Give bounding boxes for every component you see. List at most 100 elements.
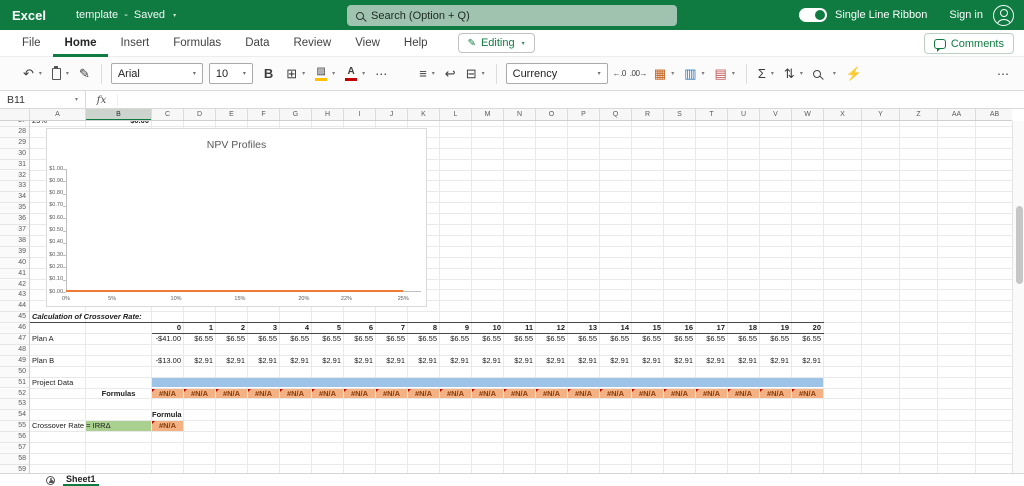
cell-W47[interactable]: $6.55: [792, 334, 823, 345]
cell-C46[interactable]: 0: [152, 323, 183, 334]
autosum-button[interactable]: Σ ▾: [753, 64, 779, 83]
row-header-53[interactable]: 53: [0, 399, 30, 411]
cell-N46[interactable]: 11: [504, 323, 535, 334]
cell-C54[interactable]: Formula: [152, 410, 182, 421]
column-header-E[interactable]: E: [216, 109, 248, 120]
format-painter-button[interactable]: ✎: [74, 64, 95, 83]
cell-H49[interactable]: $2.91: [312, 356, 343, 367]
cell-styles-button[interactable]: ▤ ▾: [710, 64, 740, 83]
cell-I49[interactable]: $2.91: [344, 356, 375, 367]
cell-P49[interactable]: $2.91: [568, 356, 599, 367]
column-header-C[interactable]: C: [152, 109, 184, 120]
single-line-ribbon-toggle[interactable]: [799, 8, 827, 22]
merge-center-button[interactable]: ⊟ ▾: [461, 64, 490, 83]
row-header-50[interactable]: 50: [0, 366, 30, 378]
cell-D46[interactable]: 1: [184, 323, 215, 334]
decrease-decimal-button[interactable]: .00→: [628, 66, 649, 81]
row-header-51[interactable]: 51: [0, 377, 30, 389]
cell-A47[interactable]: Plan A: [30, 334, 54, 345]
cell-A49[interactable]: Plan B: [30, 356, 54, 367]
cell-I47[interactable]: $6.55: [344, 334, 375, 345]
cell-H47[interactable]: $6.55: [312, 334, 343, 345]
conditional-formatting-button[interactable]: ▦ ▾: [649, 64, 679, 83]
column-header-A[interactable]: A: [30, 109, 86, 120]
cell-W52[interactable]: #N/A: [792, 389, 823, 400]
cell-J49[interactable]: $2.91: [376, 356, 407, 367]
cell-I52[interactable]: #N/A: [344, 389, 375, 400]
row-header-58[interactable]: 58: [0, 453, 30, 465]
cell-F46[interactable]: 3: [248, 323, 279, 334]
format-as-table-button[interactable]: ▥ ▾: [679, 64, 709, 83]
cell-K46[interactable]: 8: [408, 323, 439, 334]
row-header-44[interactable]: 44: [0, 301, 30, 313]
row-header-57[interactable]: 57: [0, 443, 30, 454]
cell-F47[interactable]: $6.55: [248, 334, 279, 345]
cell-P46[interactable]: 13: [568, 323, 599, 334]
increase-decimal-button[interactable]: ←.0: [611, 66, 628, 81]
column-header-S[interactable]: S: [664, 109, 696, 120]
column-header-R[interactable]: R: [632, 109, 664, 120]
column-header-Z[interactable]: Z: [900, 109, 938, 120]
name-box[interactable]: B11 ▾: [0, 90, 86, 109]
row-header-29[interactable]: 29: [0, 137, 30, 149]
menu-tab-file[interactable]: File: [10, 30, 53, 57]
cell-V46[interactable]: 19: [760, 323, 791, 334]
menu-tab-insert[interactable]: Insert: [108, 30, 161, 57]
cell-T49[interactable]: $2.91: [696, 356, 727, 367]
column-header-J[interactable]: J: [376, 109, 408, 120]
row-header-45[interactable]: 45: [0, 312, 30, 324]
cell-D49[interactable]: $2.91: [184, 356, 215, 367]
vertical-scrollbar[interactable]: [1012, 121, 1024, 473]
align-button[interactable]: ≡ ▾: [414, 64, 440, 83]
cell-C52[interactable]: #N/A: [152, 389, 183, 400]
column-header-D[interactable]: D: [184, 109, 216, 120]
font-color-button[interactable]: A ▾: [340, 64, 370, 84]
row-header-59[interactable]: 59: [0, 464, 30, 473]
fx-icon[interactable]: fx: [86, 93, 118, 106]
wrap-text-button[interactable]: ↩: [440, 64, 461, 83]
cell-B52[interactable]: Formulas: [86, 389, 151, 400]
cell-U46[interactable]: 18: [728, 323, 759, 334]
spreadsheet-grid[interactable]: 2728293031323334353637383940414243444546…: [0, 121, 1012, 473]
cell-T52[interactable]: #N/A: [696, 389, 727, 400]
cell-N47[interactable]: $6.55: [504, 334, 535, 345]
cell-Q46[interactable]: 14: [600, 323, 631, 334]
cell-A27[interactable]: 25%: [30, 121, 85, 127]
row-header-31[interactable]: 31: [0, 159, 30, 171]
paste-button[interactable]: ▾: [47, 65, 74, 83]
cell-V47[interactable]: $6.55: [760, 334, 791, 345]
cell-L46[interactable]: 9: [440, 323, 471, 334]
cell-E49[interactable]: $2.91: [216, 356, 247, 367]
column-header-G[interactable]: G: [280, 109, 312, 120]
sheet-tab[interactable]: Sheet1: [63, 474, 99, 486]
font-size-select[interactable]: 10 ▾: [208, 63, 253, 84]
cell-A51[interactable]: Project Data: [30, 378, 73, 389]
doc-title[interactable]: template: [76, 9, 118, 21]
cell-K47[interactable]: $6.55: [408, 334, 439, 345]
cell-S52[interactable]: #N/A: [664, 389, 695, 400]
column-header-O[interactable]: O: [536, 109, 568, 120]
cell-E47[interactable]: $6.55: [216, 334, 247, 345]
cell-M47[interactable]: $6.55: [472, 334, 503, 345]
row-header-28[interactable]: 28: [0, 126, 30, 138]
column-header-N[interactable]: N: [504, 109, 536, 120]
formula-input[interactable]: [118, 91, 1024, 109]
scrollbar-thumb[interactable]: [1015, 206, 1023, 284]
cell-T46[interactable]: 17: [696, 323, 727, 334]
cell-F52[interactable]: #N/A: [248, 389, 279, 400]
cell-G46[interactable]: 4: [280, 323, 311, 334]
find-button[interactable]: ▾: [808, 67, 841, 81]
npv-profiles-chart[interactable]: NPV Profiles $1.00 $0.90 $0.80 $0.70 $0.60 $0.…: [46, 128, 427, 307]
row-header-30[interactable]: 30: [0, 148, 30, 160]
row-header-33[interactable]: 33: [0, 181, 30, 193]
undo-button[interactable]: ↶ ▾: [18, 64, 47, 83]
cell-C49[interactable]: -$13.00: [152, 356, 183, 367]
cell-O49[interactable]: $2.91: [536, 356, 567, 367]
cell-L52[interactable]: #N/A: [440, 389, 471, 400]
sign-in-link[interactable]: Sign in: [949, 9, 983, 21]
column-header-L[interactable]: L: [440, 109, 472, 120]
row-header-37[interactable]: 37: [0, 225, 30, 236]
row-header-34[interactable]: 34: [0, 192, 30, 204]
row-header-43[interactable]: 43: [0, 290, 30, 302]
cell-D47[interactable]: $6.55: [184, 334, 215, 345]
